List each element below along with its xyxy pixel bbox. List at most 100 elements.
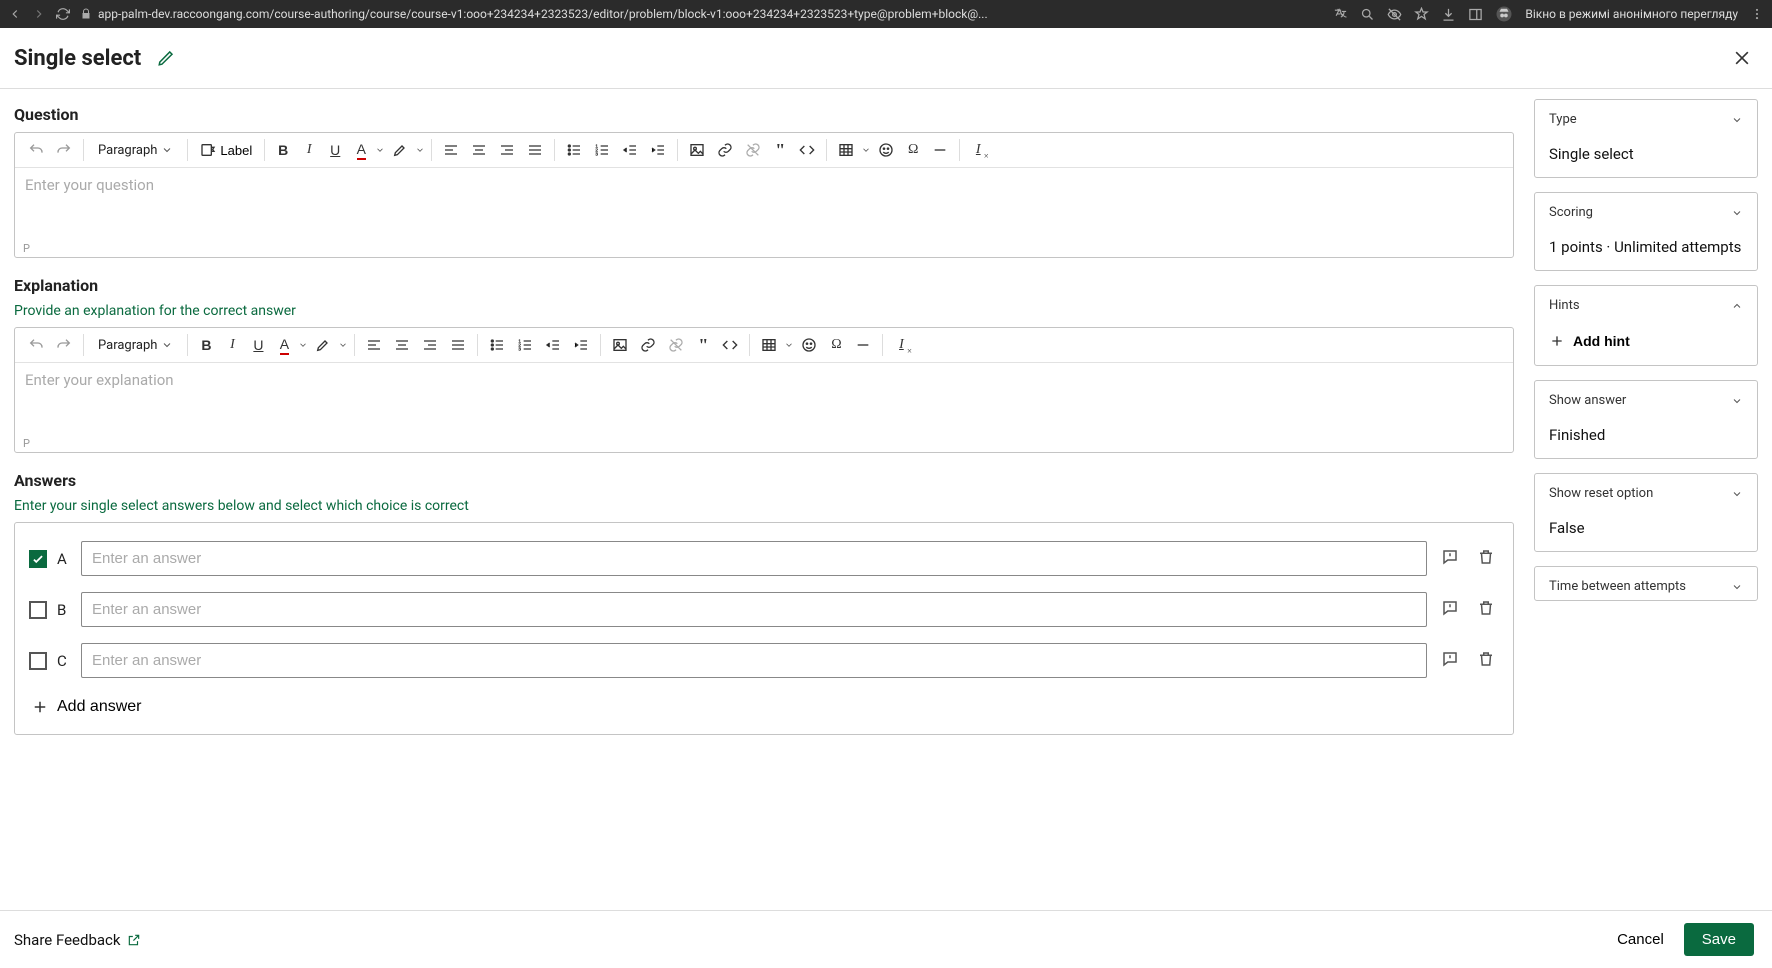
card-type-header[interactable]: Type xyxy=(1549,112,1743,127)
clear-format-button[interactable]: I× xyxy=(889,333,913,357)
download-icon[interactable] xyxy=(1441,7,1456,22)
align-right-button[interactable] xyxy=(417,333,443,357)
underline-button[interactable]: U xyxy=(323,138,347,162)
clear-format-button[interactable]: I× xyxy=(966,138,990,162)
label-button[interactable]: Label xyxy=(194,140,258,160)
save-button[interactable]: Save xyxy=(1684,923,1754,956)
answer-input[interactable] xyxy=(81,643,1427,678)
chevron-down-icon[interactable] xyxy=(298,340,308,350)
align-justify-button[interactable] xyxy=(445,333,471,357)
url-bar[interactable]: app-palm-dev.raccoongang.com/course-auth… xyxy=(80,7,1323,21)
bold-button[interactable]: B xyxy=(194,333,218,357)
answer-correct-checkbox[interactable] xyxy=(29,652,47,670)
url-text: app-palm-dev.raccoongang.com/course-auth… xyxy=(98,7,988,21)
eye-off-icon[interactable] xyxy=(1387,7,1402,22)
link-button[interactable] xyxy=(635,333,661,357)
bold-button[interactable]: B xyxy=(271,138,295,162)
align-center-button[interactable] xyxy=(389,333,415,357)
font-color-button[interactable]: A xyxy=(349,138,373,162)
undo-button[interactable] xyxy=(23,138,49,162)
highlight-button[interactable] xyxy=(387,138,413,162)
align-left-button[interactable] xyxy=(438,138,464,162)
highlight-button[interactable] xyxy=(310,333,336,357)
italic-button[interactable]: I xyxy=(297,138,321,162)
cancel-button[interactable]: Cancel xyxy=(1611,930,1670,949)
code-button[interactable] xyxy=(794,138,820,162)
answer-correct-checkbox[interactable] xyxy=(29,550,47,568)
bullet-list-button[interactable] xyxy=(561,138,587,162)
indent-button[interactable] xyxy=(568,333,594,357)
image-button[interactable] xyxy=(607,333,633,357)
card-show-answer-header[interactable]: Show answer xyxy=(1549,393,1743,408)
outdent-button[interactable] xyxy=(617,138,643,162)
hr-button[interactable] xyxy=(850,333,876,357)
add-hint-button[interactable]: Add hint xyxy=(1549,331,1630,351)
outdent-button[interactable] xyxy=(540,333,566,357)
align-center-button[interactable] xyxy=(466,138,492,162)
redo-button[interactable] xyxy=(51,333,77,357)
nav-reload-icon[interactable] xyxy=(56,7,70,21)
translate-icon[interactable] xyxy=(1333,7,1348,22)
blockquote-button[interactable]: " xyxy=(768,138,792,162)
chevron-down-icon xyxy=(1731,488,1743,500)
font-color-button[interactable]: A xyxy=(272,333,296,357)
block-style-select[interactable]: Paragraph xyxy=(90,141,181,160)
underline-button[interactable]: U xyxy=(246,333,270,357)
chevron-down-icon[interactable] xyxy=(861,145,871,155)
card-time-between-header[interactable]: Time between attempts xyxy=(1549,579,1743,594)
hr-button[interactable] xyxy=(927,138,953,162)
code-button[interactable] xyxy=(717,333,743,357)
delete-answer-button[interactable] xyxy=(1473,544,1499,573)
nav-forward-icon[interactable] xyxy=(32,7,46,21)
number-list-button[interactable]: 123 xyxy=(512,333,538,357)
align-left-button[interactable] xyxy=(361,333,387,357)
redo-button[interactable] xyxy=(51,138,77,162)
bullet-list-button[interactable] xyxy=(484,333,510,357)
special-char-button[interactable]: Ω xyxy=(901,138,925,162)
special-char-button[interactable]: Ω xyxy=(824,333,848,357)
chevron-down-icon[interactable] xyxy=(338,340,348,350)
bookmark-star-icon[interactable] xyxy=(1414,7,1429,22)
card-show-reset-header[interactable]: Show reset option xyxy=(1549,486,1743,501)
answer-input[interactable] xyxy=(81,541,1427,576)
menu-dots-icon[interactable] xyxy=(1750,7,1764,21)
zoom-icon[interactable] xyxy=(1360,7,1375,22)
close-button[interactable] xyxy=(1728,44,1756,72)
unlink-button[interactable] xyxy=(663,333,689,357)
indent-button[interactable] xyxy=(645,138,671,162)
emoji-button[interactable] xyxy=(796,333,822,357)
align-justify-button[interactable] xyxy=(522,138,548,162)
nav-back-icon[interactable] xyxy=(8,7,22,21)
external-link-icon xyxy=(127,933,141,947)
panel-icon[interactable] xyxy=(1468,7,1483,22)
feedback-button[interactable] xyxy=(1437,544,1463,573)
italic-button[interactable]: I xyxy=(220,333,244,357)
chevron-down-icon[interactable] xyxy=(415,145,425,155)
card-hints-header[interactable]: Hints xyxy=(1549,298,1743,313)
undo-button[interactable] xyxy=(23,333,49,357)
table-button[interactable] xyxy=(756,333,782,357)
add-answer-button[interactable]: Add answer xyxy=(29,694,144,720)
chevron-down-icon[interactable] xyxy=(375,145,385,155)
align-right-button[interactable] xyxy=(494,138,520,162)
answer-input[interactable] xyxy=(81,592,1427,627)
number-list-button[interactable]: 123 xyxy=(589,138,615,162)
image-button[interactable] xyxy=(684,138,710,162)
delete-answer-button[interactable] xyxy=(1473,595,1499,624)
question-body[interactable]: Enter your question xyxy=(15,168,1513,240)
explanation-body[interactable]: Enter your explanation xyxy=(15,363,1513,435)
table-button[interactable] xyxy=(833,138,859,162)
emoji-button[interactable] xyxy=(873,138,899,162)
delete-answer-button[interactable] xyxy=(1473,646,1499,675)
blockquote-button[interactable]: " xyxy=(691,333,715,357)
link-button[interactable] xyxy=(712,138,738,162)
card-scoring-header[interactable]: Scoring xyxy=(1549,205,1743,220)
block-style-select[interactable]: Paragraph xyxy=(90,336,181,355)
feedback-button[interactable] xyxy=(1437,595,1463,624)
unlink-button[interactable] xyxy=(740,138,766,162)
feedback-button[interactable] xyxy=(1437,646,1463,675)
answer-correct-checkbox[interactable] xyxy=(29,601,47,619)
edit-title-button[interactable] xyxy=(153,45,179,71)
share-feedback-link[interactable]: Share Feedback xyxy=(14,931,141,949)
chevron-down-icon[interactable] xyxy=(784,340,794,350)
